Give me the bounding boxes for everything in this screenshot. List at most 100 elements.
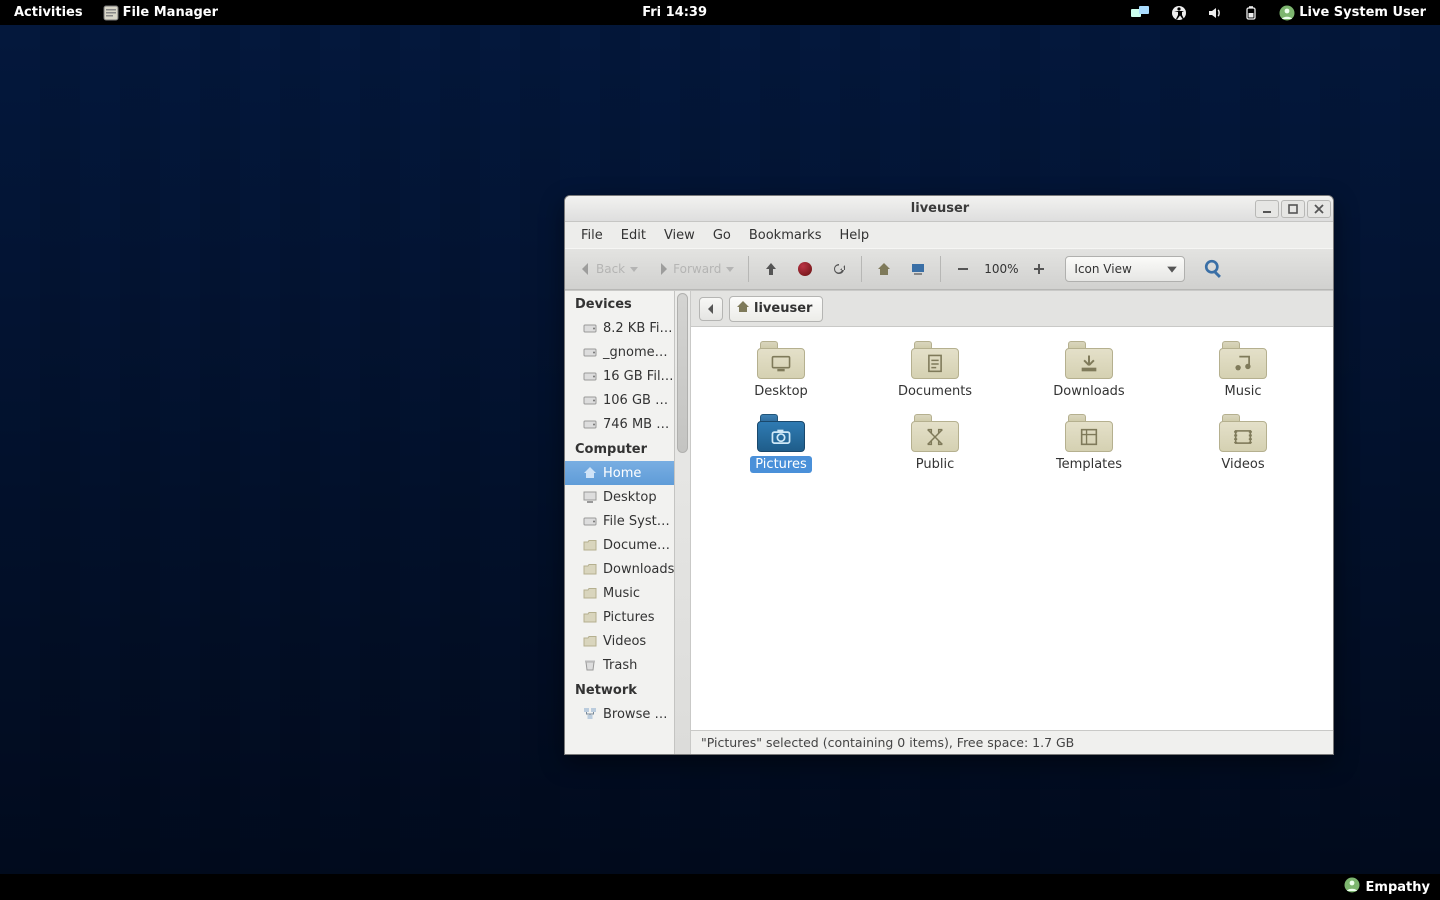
sidebar-item-label: Desktop — [603, 490, 657, 505]
empathy-label[interactable]: Empathy — [1366, 880, 1430, 895]
user-menu[interactable]: Live System User — [1271, 0, 1434, 25]
window-titlebar[interactable]: liveuser — [565, 196, 1333, 222]
sidebar-item[interactable]: 8.2 KB Fi… — [565, 316, 674, 340]
sidebar-item-label: Downloads — [603, 562, 674, 577]
path-segment-liveuser[interactable]: liveuser — [729, 296, 823, 322]
sidebar-scroll-thumb[interactable] — [677, 293, 688, 453]
zoom-out-button[interactable] — [949, 255, 977, 283]
folder-item[interactable]: Desktop — [711, 341, 851, 400]
sidebar: Devices8.2 KB Fi…_gnome…16 GB Fil…106 GB… — [565, 291, 691, 754]
network-status-icon[interactable] — [1123, 0, 1159, 25]
folder-label: Downloads — [1048, 383, 1129, 400]
statusbar-text: "Pictures" selected (containing 0 items)… — [701, 735, 1074, 750]
user-avatar-icon — [1279, 5, 1295, 21]
sidebar-item[interactable]: Trash — [565, 653, 674, 677]
zoom-level: 100% — [981, 262, 1021, 276]
sidebar-item-label: File Syst… — [603, 514, 670, 529]
drive-icon — [583, 417, 597, 431]
folder-icon — [583, 562, 597, 576]
go-computer-button[interactable] — [904, 255, 932, 283]
menu-edit[interactable]: Edit — [613, 226, 654, 245]
folder-item[interactable]: Templates — [1019, 414, 1159, 473]
folder-icon — [911, 341, 959, 379]
nav-forward-button[interactable]: Forward — [650, 255, 740, 283]
folder-item[interactable]: Public — [865, 414, 1005, 473]
sidebar-item-label: 746 MB … — [603, 417, 669, 432]
folder-icon — [757, 414, 805, 452]
toolbar-separator — [861, 256, 862, 282]
accessibility-icon[interactable] — [1163, 0, 1195, 25]
window-maximize-button[interactable] — [1281, 200, 1305, 218]
sidebar-item-label: Trash — [603, 658, 637, 673]
bottom-panel: Empathy — [0, 874, 1440, 900]
desktop-icon — [583, 490, 597, 504]
sidebar-item-label: 106 GB … — [603, 393, 668, 408]
sidebar-item[interactable]: Music — [565, 581, 674, 605]
nav-up-button[interactable] — [757, 255, 785, 283]
nav-back-button[interactable]: Back — [573, 255, 644, 283]
folder-label: Documents — [893, 383, 977, 400]
sidebar-item[interactable]: 746 MB … — [565, 412, 674, 436]
folder-icon — [1065, 341, 1113, 379]
menu-file[interactable]: File — [573, 226, 611, 245]
statusbar: "Pictures" selected (containing 0 items)… — [691, 730, 1333, 754]
sidebar-item[interactable]: 16 GB Fil… — [565, 364, 674, 388]
sidebar-item-label: Pictures — [603, 610, 654, 625]
zoom-in-button[interactable] — [1025, 255, 1053, 283]
sidebar-scrollbar[interactable] — [674, 291, 690, 754]
sidebar-item[interactable]: Docume… — [565, 533, 674, 557]
sidebar-item[interactable]: Home — [565, 461, 674, 485]
nav-stop-button[interactable] — [791, 255, 819, 283]
window-close-button[interactable] — [1307, 200, 1331, 218]
window-minimize-button[interactable] — [1255, 200, 1279, 218]
folder-item[interactable]: Music — [1173, 341, 1313, 400]
sidebar-item-label: 8.2 KB Fi… — [603, 321, 673, 336]
nav-forward-label: Forward — [673, 262, 721, 276]
folder-view[interactable]: Desktop Documents Downloads Music Pictures Pu… — [691, 327, 1333, 730]
empathy-status-icon[interactable] — [1344, 877, 1360, 897]
folder-icon — [583, 610, 597, 624]
go-home-button[interactable] — [870, 255, 898, 283]
active-app-button[interactable]: File Manager — [95, 0, 226, 25]
sidebar-item[interactable]: Browse … — [565, 702, 674, 726]
window-title: liveuser — [625, 201, 1255, 216]
folder-label: Music — [1220, 383, 1267, 400]
sidebar-item[interactable]: _gnome… — [565, 340, 674, 364]
folder-icon — [583, 634, 597, 648]
home-icon — [583, 466, 597, 480]
view-mode-select[interactable]: Icon View — [1065, 256, 1185, 282]
sidebar-item[interactable]: Desktop — [565, 485, 674, 509]
folder-icon — [583, 586, 597, 600]
menu-bookmarks[interactable]: Bookmarks — [741, 226, 830, 245]
toolbar: Back Forward 100% — [565, 248, 1333, 290]
sidebar-item[interactable]: File Syst… — [565, 509, 674, 533]
battery-icon[interactable] — [1235, 0, 1267, 25]
drive-icon — [583, 393, 597, 407]
toolbar-separator — [940, 256, 941, 282]
folder-item[interactable]: Documents — [865, 341, 1005, 400]
top-panel: Activities File Manager Fri 14:39 — [0, 0, 1440, 25]
activities-button[interactable]: Activities — [6, 0, 91, 25]
folder-label: Pictures — [750, 456, 811, 473]
menu-view[interactable]: View — [656, 226, 703, 245]
clock-label: Fri 14:39 — [642, 5, 707, 20]
folder-item[interactable]: Pictures — [711, 414, 851, 473]
volume-icon[interactable] — [1199, 0, 1231, 25]
sidebar-item[interactable]: Pictures — [565, 605, 674, 629]
sidebar-item-label: Music — [603, 586, 640, 601]
file-manager-window: liveuser File Edit View Go Bookmarks Hel… — [564, 195, 1334, 755]
nav-reload-button[interactable] — [825, 255, 853, 283]
folder-label: Videos — [1216, 456, 1269, 473]
sidebar-item[interactable]: 106 GB … — [565, 388, 674, 412]
sidebar-item-label: Home — [603, 466, 641, 481]
path-history-button[interactable] — [699, 297, 723, 321]
view-mode-label: Icon View — [1074, 262, 1131, 276]
sidebar-item[interactable]: Videos — [565, 629, 674, 653]
folder-item[interactable]: Videos — [1173, 414, 1313, 473]
menu-go[interactable]: Go — [705, 226, 739, 245]
menu-help[interactable]: Help — [831, 226, 877, 245]
folder-item[interactable]: Downloads — [1019, 341, 1159, 400]
sidebar-item[interactable]: Downloads — [565, 557, 674, 581]
search-button[interactable] — [1199, 255, 1229, 283]
clock[interactable]: Fri 14:39 — [634, 0, 715, 25]
